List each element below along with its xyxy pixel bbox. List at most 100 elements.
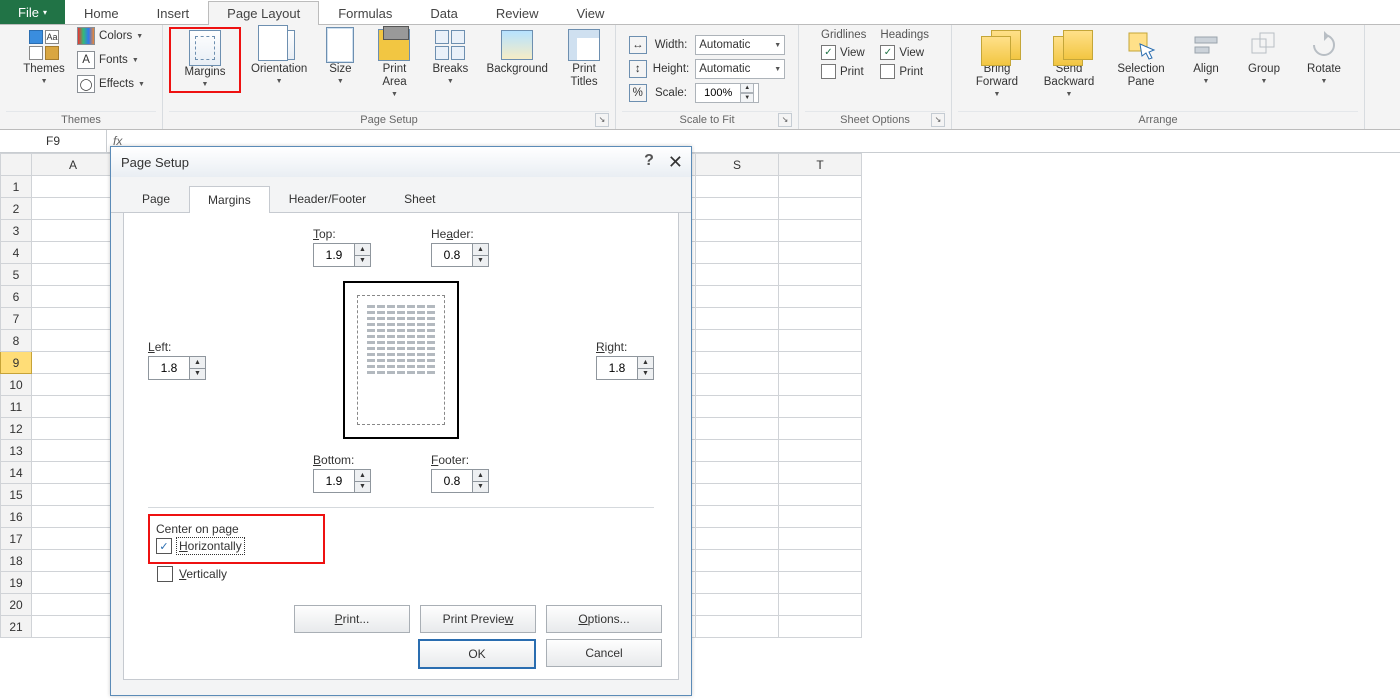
cell[interactable] <box>779 418 862 440</box>
row-header[interactable]: 10 <box>1 374 32 396</box>
sheet-launcher[interactable]: ↘ <box>931 113 945 127</box>
cell[interactable] <box>696 616 779 638</box>
cell[interactable] <box>779 286 862 308</box>
options-button[interactable]: Options... <box>546 605 662 633</box>
headings-view-check[interactable]: ✓View <box>880 45 924 60</box>
cell[interactable] <box>696 286 779 308</box>
row-header[interactable]: 19 <box>1 572 32 594</box>
row-header[interactable]: 9 <box>1 352 32 374</box>
row-header[interactable]: 11 <box>1 396 32 418</box>
left-margin-spinner[interactable]: ▲▼ <box>148 356 206 380</box>
cell[interactable] <box>696 506 779 528</box>
cell[interactable] <box>32 308 115 330</box>
cell[interactable] <box>779 484 862 506</box>
tab-formulas[interactable]: Formulas <box>319 1 411 25</box>
center-vertically-check[interactable]: Vertically <box>157 566 654 582</box>
size-button[interactable]: Size▼ <box>317 27 363 87</box>
cell[interactable] <box>696 484 779 506</box>
cell[interactable] <box>696 396 779 418</box>
top-margin-spinner[interactable]: ▲▼ <box>313 243 371 267</box>
select-all-corner[interactable] <box>1 154 32 176</box>
gridlines-view-check[interactable]: ✓View <box>821 45 865 60</box>
colors-button[interactable]: Colors▼ <box>77 27 143 45</box>
cell[interactable] <box>696 594 779 616</box>
row-header[interactable]: 14 <box>1 462 32 484</box>
cell[interactable] <box>32 330 115 352</box>
cell[interactable] <box>696 308 779 330</box>
send-backward-button[interactable]: Send Backward▼ <box>1036 27 1102 100</box>
print-preview-button[interactable]: Print Preview <box>420 605 536 633</box>
cell[interactable] <box>32 198 115 220</box>
cell[interactable] <box>32 418 115 440</box>
cell[interactable] <box>696 220 779 242</box>
row-header[interactable]: 5 <box>1 264 32 286</box>
cancel-button[interactable]: Cancel <box>546 639 662 667</box>
row-header[interactable]: 21 <box>1 616 32 638</box>
print-area-button[interactable]: Print Area▼ <box>370 27 420 100</box>
cell[interactable] <box>32 374 115 396</box>
gridlines-print-check[interactable]: Print <box>821 64 864 79</box>
name-box[interactable]: F9 <box>0 130 107 152</box>
cell[interactable] <box>696 528 779 550</box>
row-header[interactable]: 6 <box>1 286 32 308</box>
top-margin-input[interactable] <box>314 244 354 266</box>
col-header[interactable]: A <box>32 154 115 176</box>
help-icon[interactable]: ? <box>644 152 654 173</box>
print-button[interactable]: Print... <box>294 605 410 633</box>
dlg-tab-margins[interactable]: Margins <box>189 186 270 213</box>
width-select[interactable]: Automatic▼ <box>695 35 785 55</box>
cell[interactable] <box>32 506 115 528</box>
cell[interactable] <box>32 528 115 550</box>
cell[interactable] <box>32 594 115 616</box>
effects-button[interactable]: ◯ Effects▼ <box>77 75 145 93</box>
cell[interactable] <box>696 352 779 374</box>
align-button[interactable]: Align▼ <box>1180 27 1232 87</box>
row-header[interactable]: 12 <box>1 418 32 440</box>
cell[interactable] <box>696 330 779 352</box>
cell[interactable] <box>32 484 115 506</box>
footer-margin-spinner[interactable]: ▲▼ <box>431 469 489 493</box>
scale-spinner[interactable]: ▲▼ <box>695 83 759 103</box>
cell[interactable] <box>779 462 862 484</box>
print-titles-button[interactable]: Print Titles <box>559 27 609 91</box>
row-header[interactable]: 20 <box>1 594 32 616</box>
page-setup-launcher[interactable]: ↘ <box>595 113 609 127</box>
scale-launcher[interactable]: ↘ <box>778 113 792 127</box>
tab-view[interactable]: View <box>557 1 623 25</box>
cell[interactable] <box>779 176 862 198</box>
dialog-titlebar[interactable]: Page Setup ? ✕ <box>111 147 691 177</box>
cell[interactable] <box>696 242 779 264</box>
header-margin-spinner[interactable]: ▲▼ <box>431 243 489 267</box>
cell[interactable] <box>696 198 779 220</box>
cell[interactable] <box>779 528 862 550</box>
file-tab[interactable]: File▾ <box>0 0 65 24</box>
footer-margin-input[interactable] <box>432 470 472 492</box>
scale-input[interactable] <box>696 86 740 100</box>
col-header[interactable]: S <box>696 154 779 176</box>
row-header[interactable]: 13 <box>1 440 32 462</box>
close-icon[interactable]: ✕ <box>668 152 683 173</box>
bottom-margin-spinner[interactable]: ▲▼ <box>313 469 371 493</box>
breaks-button[interactable]: Breaks▼ <box>425 27 475 87</box>
cell[interactable] <box>32 286 115 308</box>
tab-insert[interactable]: Insert <box>138 1 209 25</box>
tab-data[interactable]: Data <box>411 1 476 25</box>
tab-home[interactable]: Home <box>65 1 138 25</box>
row-header[interactable]: 3 <box>1 220 32 242</box>
left-margin-input[interactable] <box>149 357 189 379</box>
cell[interactable] <box>32 462 115 484</box>
cell[interactable] <box>779 594 862 616</box>
cell[interactable] <box>779 308 862 330</box>
headings-print-check[interactable]: Print <box>880 64 923 79</box>
cell[interactable] <box>779 374 862 396</box>
row-header[interactable]: 2 <box>1 198 32 220</box>
cell[interactable] <box>779 264 862 286</box>
cell[interactable] <box>779 616 862 638</box>
cell[interactable] <box>779 572 862 594</box>
row-header[interactable]: 16 <box>1 506 32 528</box>
right-margin-spinner[interactable]: ▲▼ <box>596 356 654 380</box>
dlg-tab-sheet[interactable]: Sheet <box>385 185 454 212</box>
margins-button[interactable]: Margins▼ <box>172 30 238 90</box>
right-margin-input[interactable] <box>597 357 637 379</box>
header-margin-input[interactable] <box>432 244 472 266</box>
